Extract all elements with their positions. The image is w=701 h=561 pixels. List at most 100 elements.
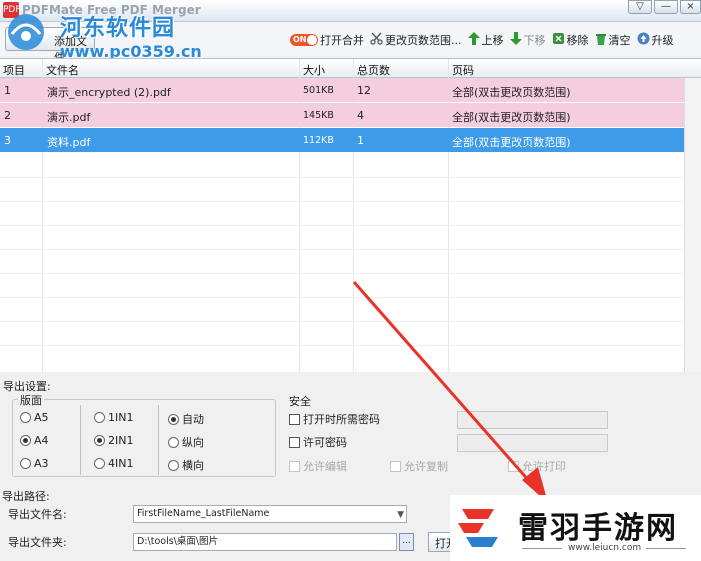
checkbox-box [289, 413, 300, 425]
checkbox-box [289, 436, 300, 448]
group-separator [158, 405, 159, 475]
col-filename-header[interactable]: 文件名 [46, 62, 79, 78]
radio-auto[interactable]: 自动 [168, 411, 204, 427]
toggle-on-icon: ON [290, 34, 318, 46]
filename-dropdown[interactable]: FirstFileName_LastFileName ▼ [133, 505, 407, 523]
allow-edit-checkbox[interactable]: 允许编辑 [289, 458, 347, 474]
table-scrollbar[interactable] [684, 78, 701, 372]
row-pages: 12 [357, 84, 371, 97]
remove-label: 移除 [566, 34, 589, 47]
row-size: 145KB [303, 110, 334, 121]
allow-print-label: 允许打印 [522, 460, 566, 473]
ad-url: www.leiucn.com [568, 543, 642, 553]
row-divider [0, 225, 684, 226]
table-row[interactable]: 1 演示_encrypted (2).pdf 501KB 12 全部(双击更改页… [0, 78, 684, 102]
watermark-logo-icon [8, 14, 44, 50]
radio-portrait[interactable]: 纵向 [168, 434, 204, 450]
move-down-button[interactable]: 下移 [509, 32, 546, 48]
permission-password-checkbox[interactable]: 许可密码 [289, 434, 347, 450]
allow-edit-label: 允许编辑 [303, 460, 347, 473]
row-divider [0, 345, 684, 346]
change-range-button[interactable]: 更改页数范围... [370, 32, 462, 48]
upgrade-icon [637, 32, 650, 48]
upgrade-label: 升级 [651, 34, 674, 47]
app-window: PDF PDFMate Free PDF Merger ▽ — × 添加文件 O… [0, 0, 701, 561]
checkbox-box [289, 460, 300, 472]
radio-dot [94, 412, 105, 423]
col-index-header[interactable]: 项目 [3, 62, 25, 78]
move-up-button[interactable]: 上移 [467, 32, 504, 48]
radio-dot-checked [94, 435, 105, 446]
col-pages-header[interactable]: 总页数 [357, 62, 390, 78]
row-divider [0, 249, 684, 250]
minimize-button[interactable]: — [654, 0, 678, 14]
remove-button[interactable]: 移除 [552, 32, 589, 48]
ad-title: 雷羽手游网 [518, 511, 678, 546]
radio-dot [168, 459, 179, 471]
layout-group-label: 版面 [18, 392, 44, 408]
col-range-header[interactable]: 页码 [452, 62, 474, 78]
radio-dot [20, 412, 31, 423]
radio-a3-label: A3 [34, 457, 49, 470]
ad-divider [646, 548, 686, 549]
watermark-site-name: 河东软件园 [60, 16, 176, 41]
radio-dot [94, 458, 105, 469]
radio-portrait-label: 纵向 [182, 436, 204, 449]
table-row[interactable]: 2 演示.pdf 145KB 4 全部(双击更改页数范围) [0, 103, 684, 127]
radio-1in1-label: 1IN1 [108, 411, 134, 424]
scissors-icon [370, 32, 383, 48]
folder-input[interactable]: D:\tools\桌面\图片 [133, 533, 397, 551]
radio-a3[interactable]: A3 [20, 457, 49, 470]
open-merge-button[interactable]: ON 打开合并 [290, 32, 364, 48]
row-pages: 4 [357, 109, 364, 122]
allow-print-checkbox[interactable]: 允许打印 [508, 458, 566, 474]
ad-divider [522, 548, 562, 549]
row-filename: 演示_encrypted (2).pdf [47, 86, 171, 99]
arrow-down-icon [509, 32, 522, 48]
row-index: 2 [4, 109, 11, 122]
col-size-header[interactable]: 大小 [303, 62, 325, 78]
radio-landscape[interactable]: 横向 [168, 457, 204, 473]
row-pages: 1 [357, 134, 364, 147]
row-range: 全部(双击更改页数范围) [452, 111, 571, 124]
row-divider [0, 177, 684, 178]
clear-label: 清空 [608, 34, 631, 47]
radio-auto-label: 自动 [182, 413, 204, 426]
radio-dot [168, 436, 179, 448]
table-header: 项目 文件名 大小 总页数 页码 [0, 59, 701, 78]
row-divider [0, 201, 684, 202]
trash-icon [595, 32, 607, 48]
security-label: 安全 [289, 395, 311, 408]
permission-password-input[interactable] [457, 434, 608, 452]
radio-4in1[interactable]: 4IN1 [94, 457, 133, 470]
row-size: 501KB [303, 85, 334, 96]
clear-button[interactable]: 清空 [595, 32, 631, 48]
table-row-selected[interactable]: 3 资料.pdf 112KB 1 全部(双击更改页数范围) [0, 128, 684, 152]
minimize-arrow-button[interactable]: ▽ [628, 0, 652, 14]
radio-a5[interactable]: A5 [20, 411, 49, 424]
move-up-label: 上移 [481, 34, 504, 47]
radio-a5-label: A5 [34, 411, 49, 424]
file-table[interactable]: 项目 文件名 大小 总页数 页码 1 演示_encrypted (2).pdf … [0, 58, 701, 372]
upgrade-button[interactable]: 升级 [637, 32, 674, 48]
permission-password-label: 许可密码 [303, 436, 347, 449]
open-password-input[interactable] [457, 411, 608, 429]
row-size: 112KB [303, 135, 334, 146]
checkbox-box [390, 460, 401, 472]
radio-2in1[interactable]: 2IN1 [94, 434, 133, 447]
chevron-down-icon[interactable]: ▼ [397, 507, 404, 522]
checkbox-box [508, 460, 519, 472]
layout-group [12, 399, 276, 477]
filename-value: FirstFileName_LastFileName [137, 508, 270, 519]
row-range: 全部(双击更改页数范围) [452, 136, 571, 149]
browse-button[interactable]: ... [399, 533, 414, 551]
allow-copy-checkbox[interactable]: 允许复制 [390, 458, 448, 474]
close-button[interactable]: × [680, 0, 701, 14]
radio-1in1[interactable]: 1IN1 [94, 411, 133, 424]
change-range-label: 更改页数范围... [385, 34, 462, 47]
output-path-heading: 导出路径: [2, 490, 50, 503]
radio-4in1-label: 4IN1 [108, 457, 134, 470]
open-password-checkbox[interactable]: 打开时所需密码 [289, 411, 380, 427]
row-divider [0, 297, 684, 298]
radio-a4[interactable]: A4 [20, 434, 49, 447]
